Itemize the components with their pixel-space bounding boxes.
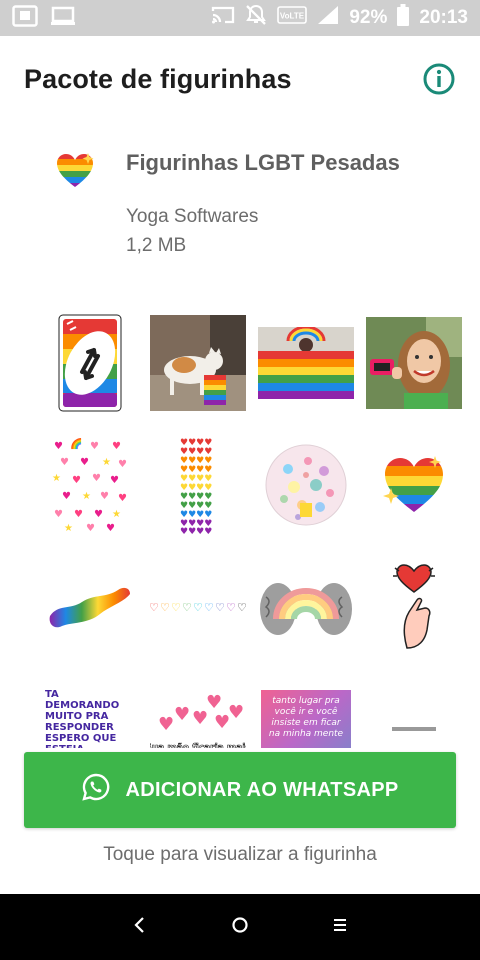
- svg-text:♥: ♥: [192, 708, 208, 729]
- sticker-uno-reverse-card[interactable]: [36, 302, 144, 424]
- svg-text:♡: ♡: [193, 601, 203, 614]
- battery-icon: [397, 4, 410, 32]
- svg-text:♥: ♥: [60, 457, 69, 468]
- svg-text:♥: ♥: [110, 475, 119, 486]
- sticker-person-with-flag[interactable]: [252, 302, 360, 424]
- svg-text:★: ★: [82, 491, 91, 502]
- info-icon[interactable]: [422, 62, 456, 96]
- svg-text:♡: ♡: [237, 601, 247, 614]
- sticker-text: tanto lugar pra você ir e você insiste e…: [261, 690, 351, 748]
- svg-text:♥: ♥: [54, 509, 63, 520]
- sticker-woman-smiling[interactable]: [360, 302, 468, 424]
- svg-text:♡: ♡: [204, 601, 214, 614]
- back-icon[interactable]: [132, 916, 148, 939]
- svg-text:♥: ♥: [228, 702, 244, 723]
- sticker-finger-heart[interactable]: [360, 546, 468, 668]
- svg-text:♥: ♥: [158, 714, 174, 735]
- notifications-off-icon: [245, 4, 267, 32]
- svg-text:♥: ♥: [106, 523, 115, 533]
- signal-icon: [317, 5, 339, 31]
- home-icon[interactable]: [231, 916, 249, 939]
- svg-text:♥: ♥: [174, 704, 190, 725]
- pack-name: Figurinhas LGBT Pesadas: [126, 150, 400, 175]
- sticker-text-pink-hearts[interactable]: ♥♥♥♥♥♥ Sua mão ficaria mais bonita encai…: [144, 668, 252, 748]
- sticker-text-tanto-lugar[interactable]: tanto lugar pra você ir e você insiste e…: [252, 668, 360, 748]
- hint-text: Toque para visualizar a figurinha: [103, 844, 377, 865]
- sticker-small-text[interactable]: [360, 668, 468, 748]
- sticker-rainbow-brain[interactable]: [252, 546, 360, 668]
- sticker-cat-on-flag[interactable]: [144, 302, 252, 424]
- rainbow-heart-icon: [48, 144, 102, 198]
- svg-text:♡: ♡: [149, 601, 159, 614]
- svg-text:♥: ♥: [80, 457, 89, 468]
- svg-text:♡: ♡: [215, 601, 225, 614]
- cast-icon: [211, 5, 235, 31]
- svg-text:♥: ♥: [206, 692, 222, 713]
- svg-text:♡: ♡: [160, 601, 170, 614]
- sticker-text-demorando[interactable]: TA DEMORANDO MUITO PRA RESPONDER ESPERO …: [36, 668, 144, 748]
- svg-text:♥: ♥: [112, 441, 121, 452]
- whatsapp-icon: [81, 773, 110, 807]
- svg-text:♥: ♥: [72, 475, 81, 486]
- svg-text:★: ★: [52, 473, 61, 484]
- sticker-grid: ♥ 🌈 ♥ ♥ ♥ ♥ ★ ♥ ★ ♥ ♥ ♥ ♥ ★ ♥ ♥ ♥ ♥ ♥ ★ ★ ♥ ♥ ♥♥♥♥ ♥♥♥♥ ♥…: [36, 302, 468, 748]
- pack-size: 1,2 MB: [126, 235, 187, 256]
- svg-text:★: ★: [112, 509, 121, 520]
- sticker-colorful-circle[interactable]: [252, 424, 360, 546]
- svg-text:♥: ♥: [86, 523, 95, 533]
- status-bar: VoLTE 92% 20:13: [0, 0, 480, 36]
- svg-text:♥: ♥: [94, 509, 103, 520]
- sticker-hearts-row[interactable]: ♡ ♡ ♡ ♡ ♡ ♡ ♡ ♡ ♡: [144, 546, 252, 668]
- menu-icon[interactable]: [332, 916, 348, 939]
- svg-text:♡: ♡: [171, 601, 181, 614]
- svg-text:♡: ♡: [226, 601, 236, 614]
- svg-text:★: ★: [102, 457, 111, 468]
- page-title: Pacote de figurinhas: [24, 63, 292, 94]
- volte-badge: VoLTE: [277, 6, 308, 30]
- svg-text:♥: ♥: [54, 441, 63, 452]
- sticker-text: TA DEMORANDO MUITO PRA RESPONDER ESPERO …: [45, 689, 120, 748]
- svg-text:♥: ♥: [118, 493, 127, 504]
- battery-percent: 92%: [349, 7, 388, 28]
- svg-text:♥♥♥♥: ♥♥♥♥: [180, 527, 212, 534]
- svg-text:VoLTE: VoLTE: [280, 12, 305, 21]
- pack-header: Figurinhas LGBT Pesadas Yoga Softwares 1…: [0, 140, 480, 270]
- svg-text:♥: ♥: [90, 441, 99, 452]
- app-bar: Pacote de figurinhas: [0, 36, 480, 122]
- clock: 20:13: [419, 7, 468, 28]
- svg-text:🌈: 🌈: [70, 437, 82, 450]
- svg-text:♥: ♥: [74, 509, 83, 520]
- screenshot-notification-icon: [12, 4, 38, 32]
- svg-text:Sua mão ficaria mais: Sua mão ficaria mais: [150, 743, 246, 748]
- navigation-bar: [0, 894, 480, 960]
- svg-text:♡: ♡: [182, 601, 192, 614]
- add-to-whatsapp-button[interactable]: ADICIONAR AO WHATSAPP: [24, 752, 456, 828]
- svg-text:♥: ♥: [100, 491, 109, 502]
- svg-text:♥: ♥: [118, 459, 127, 470]
- sticker-hearts-pattern[interactable]: ♥ 🌈 ♥ ♥ ♥ ♥ ★ ♥ ★ ♥ ♥ ♥ ♥ ★ ♥ ♥ ♥ ♥ ♥ ★ ★ ♥ ♥: [36, 424, 144, 546]
- svg-text:★: ★: [64, 523, 73, 533]
- cast-notification-icon: [50, 5, 76, 32]
- sticker-rainbow-heart-sparkle[interactable]: [360, 424, 468, 546]
- add-button-label: ADICIONAR AO WHATSAPP: [125, 778, 399, 801]
- sticker-rainbow-hearts-column[interactable]: ♥♥♥♥ ♥♥♥♥ ♥♥♥♥ ♥♥♥♥ ♥♥♥♥ ♥♥♥♥ ♥♥♥♥ ♥♥♥♥ …: [144, 424, 252, 546]
- pack-publisher: Yoga Softwares: [126, 206, 259, 227]
- svg-text:♥: ♥: [92, 473, 101, 484]
- sticker-rainbow-gradient[interactable]: [36, 546, 144, 668]
- svg-text:♥: ♥: [62, 491, 71, 502]
